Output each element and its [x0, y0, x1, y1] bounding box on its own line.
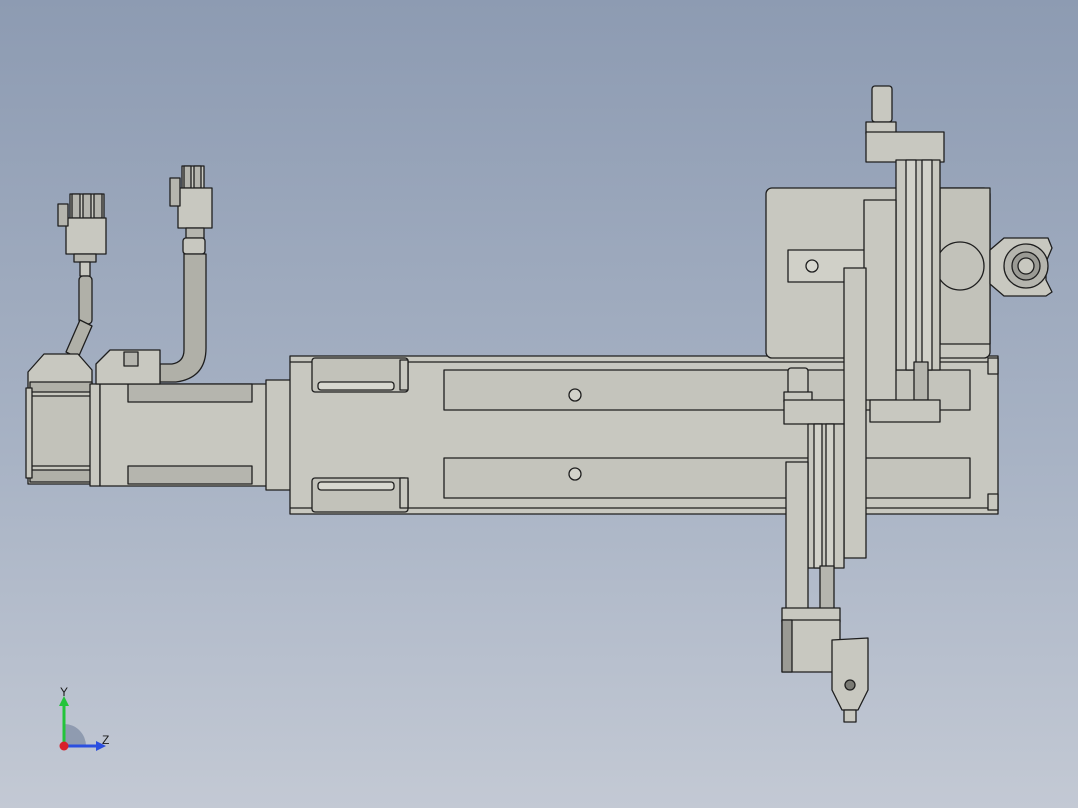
z-axis-label: Z: [102, 733, 109, 747]
connector-left: [57, 193, 107, 359]
lower-slide: [781, 367, 845, 673]
y-axis-label: Y: [60, 685, 68, 699]
motor: [25, 349, 293, 491]
gripper-tip: [831, 637, 869, 723]
cad-model[interactable]: [0, 0, 1078, 808]
connector-right: [159, 165, 213, 383]
clamp-wheel: [989, 237, 1053, 297]
cad-viewport[interactable]: Y Z: [0, 0, 1078, 808]
axis-triad: Y Z: [59, 685, 109, 751]
